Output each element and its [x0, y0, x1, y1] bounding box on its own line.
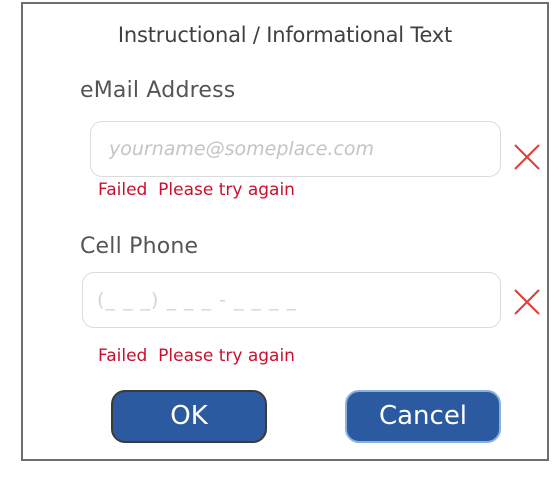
close-icon — [514, 289, 540, 315]
email-label: eMail Address — [80, 78, 236, 103]
cell-phone-field[interactable] — [82, 272, 501, 328]
email-error-message: Failed Please try again — [98, 180, 295, 200]
cell-phone-label: Cell Phone — [80, 234, 199, 259]
cancel-button[interactable]: Cancel — [345, 390, 501, 443]
ok-button[interactable]: OK — [111, 390, 267, 443]
email-field[interactable] — [90, 121, 501, 177]
contact-dialog: Instructional / Informational Text eMail… — [21, 2, 549, 461]
cell-phone-error-message: Failed Please try again — [98, 346, 295, 366]
close-icon — [514, 144, 540, 170]
instruction-text: Instructional / Informational Text — [117, 23, 453, 47]
